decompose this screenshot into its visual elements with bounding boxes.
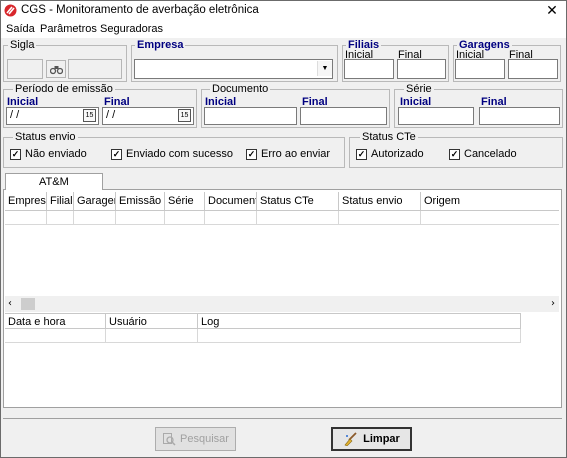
chevron-down-icon[interactable]: ▼ — [317, 61, 332, 76]
table-cell[interactable] — [205, 211, 257, 225]
menu-saida[interactable]: Saída — [6, 23, 35, 35]
tab-atm-label: AT&M — [39, 176, 69, 188]
table-cell[interactable] — [47, 211, 74, 225]
erro-enviar-checkbox[interactable]: ✓ Erro ao enviar — [246, 148, 330, 160]
cancelado-checkbox[interactable]: ✓ Cancelado — [449, 148, 517, 160]
search-icon — [163, 433, 176, 446]
separator — [3, 418, 562, 419]
documento-inicial-input[interactable] — [204, 107, 297, 125]
checkmark-icon: ✓ — [449, 148, 460, 160]
column-header[interactable]: Empresa — [5, 192, 47, 211]
garagens-final-input[interactable] — [508, 59, 558, 79]
table-cell[interactable] — [339, 211, 421, 225]
checkmark-icon: ✓ — [111, 148, 122, 160]
menu-seguradoras[interactable]: Seguradoras — [100, 23, 163, 35]
checkmark-icon: ✓ — [10, 148, 21, 160]
sigla-label: Sigla — [8, 39, 37, 51]
table-cell[interactable] — [198, 329, 521, 343]
table-cell[interactable] — [257, 211, 339, 225]
table-cell[interactable] — [5, 329, 106, 343]
column-header[interactable]: Status CTe — [257, 192, 339, 211]
garagens-inicial-input[interactable] — [455, 59, 505, 79]
autorizado-label: Autorizado — [371, 148, 424, 160]
checkmark-icon: ✓ — [246, 148, 257, 160]
calendar-icon[interactable]: 15 — [83, 109, 96, 122]
periodo-label: Período de emissão — [13, 83, 115, 95]
broom-icon — [344, 432, 357, 446]
limpar-label: Limpar — [363, 433, 400, 445]
serie-inicial-input[interactable] — [398, 107, 474, 125]
nao-enviado-checkbox[interactable]: ✓ Não enviado — [10, 148, 87, 160]
main-grid[interactable]: Empresa Filial Garagem Emissão Série Doc… — [5, 192, 559, 312]
column-header[interactable]: Usuário — [106, 313, 198, 329]
column-header[interactable]: Log — [198, 313, 521, 329]
cancelado-label: Cancelado — [464, 148, 517, 160]
menu-parametros[interactable]: Parâmetros — [40, 23, 97, 35]
status-cte-label: Status CTe — [360, 131, 418, 143]
empresa-label: Empresa — [135, 39, 186, 51]
enviado-sucesso-checkbox[interactable]: ✓ Enviado com sucesso — [111, 148, 233, 160]
pesquisar-label: Pesquisar — [180, 433, 229, 445]
binoculars-icon — [50, 66, 63, 75]
nao-enviado-label: Não enviado — [25, 148, 87, 160]
calendar-icon[interactable]: 15 — [178, 109, 191, 122]
scrollbar-thumb[interactable] — [21, 298, 35, 310]
serie-final-input[interactable] — [479, 107, 560, 125]
app-logo-icon — [4, 4, 17, 17]
empresa-select[interactable] — [134, 59, 333, 79]
window-title: CGS - Monitoramento de averbação eletrôn… — [21, 4, 259, 16]
filiais-inicial-input[interactable] — [344, 59, 394, 79]
scroll-right-icon[interactable]: › — [551, 298, 555, 309]
status-envio-label: Status envio — [13, 131, 78, 143]
column-header[interactable]: Documento — [205, 192, 257, 211]
table-cell[interactable] — [74, 211, 116, 225]
enviado-sucesso-label: Enviado com sucesso — [126, 148, 233, 160]
column-header[interactable]: Garagem — [74, 192, 116, 211]
column-header[interactable]: Filial — [47, 192, 74, 211]
erro-enviar-label: Erro ao enviar — [261, 148, 331, 160]
autorizado-checkbox[interactable]: ✓ Autorizado — [356, 148, 424, 160]
serie-label: Série — [404, 83, 434, 95]
limpar-button[interactable]: Limpar — [331, 427, 412, 451]
tab-atm[interactable]: AT&M — [5, 173, 103, 190]
table-cell[interactable] — [116, 211, 165, 225]
column-header[interactable]: Data e hora — [5, 313, 106, 329]
sigla-input[interactable] — [7, 59, 43, 79]
filiais-final-input[interactable] — [397, 59, 446, 79]
table-cell[interactable] — [421, 211, 559, 225]
log-grid[interactable]: Data e hora Usuário Log — [5, 313, 521, 343]
horizontal-scrollbar[interactable]: ‹ › — [5, 296, 559, 312]
table-cell[interactable] — [5, 211, 47, 225]
documento-final-input[interactable] — [300, 107, 387, 125]
scroll-left-icon[interactable]: ‹ — [8, 298, 12, 309]
column-header[interactable]: Status envio — [339, 192, 421, 211]
column-header[interactable]: Emissão — [116, 192, 165, 211]
column-header[interactable]: Origem — [421, 192, 559, 211]
column-header[interactable]: Série — [165, 192, 205, 211]
close-button[interactable]: ✕ — [538, 1, 566, 21]
table-cell[interactable] — [106, 329, 198, 343]
sigla-search-button[interactable] — [46, 60, 66, 78]
checkmark-icon: ✓ — [356, 148, 367, 160]
table-cell[interactable] — [165, 211, 205, 225]
sigla-name-field — [68, 59, 122, 79]
documento-label: Documento — [210, 83, 271, 95]
pesquisar-button[interactable]: Pesquisar — [155, 427, 236, 451]
